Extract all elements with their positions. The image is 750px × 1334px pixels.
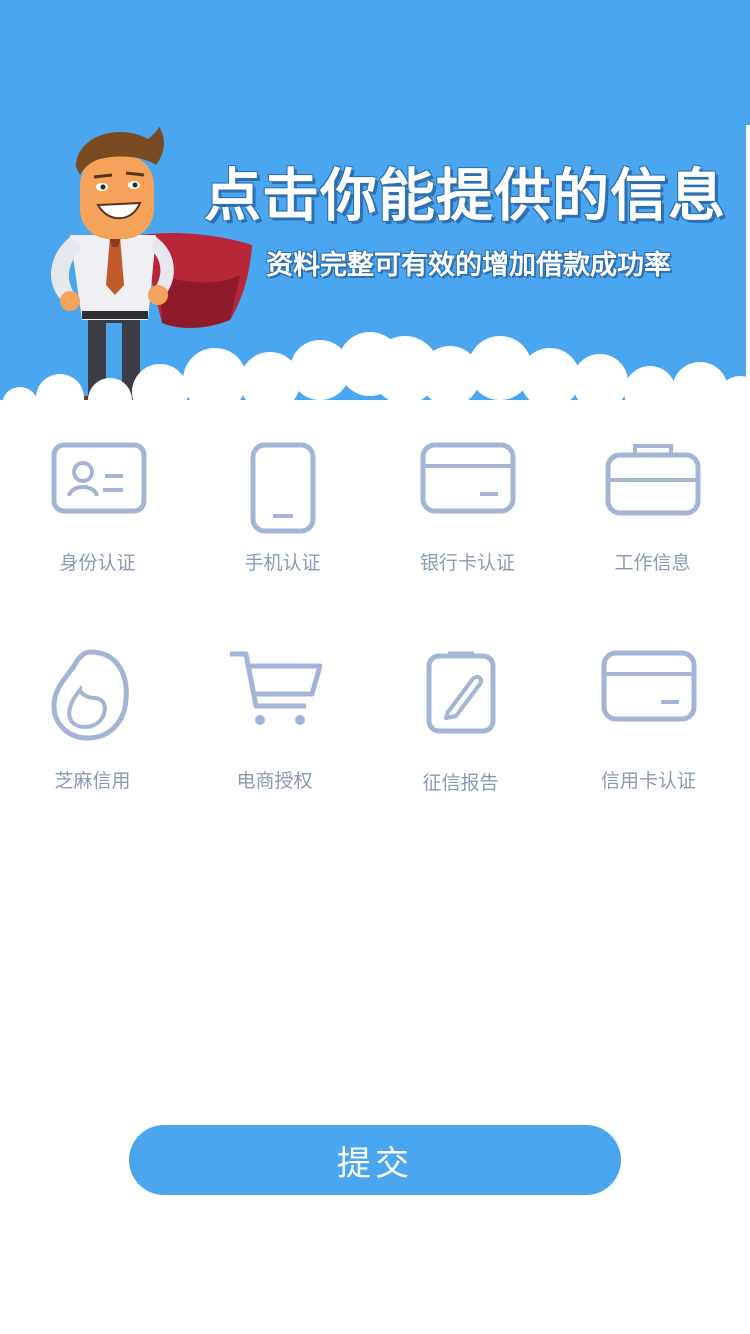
submit-button[interactable]: 提交	[129, 1125, 621, 1195]
id-card-icon	[51, 442, 147, 514]
cloud-divider	[0, 332, 750, 430]
item-work-info[interactable]: 工作信息	[560, 432, 745, 602]
item-phone-verification[interactable]: 手机认证	[190, 432, 375, 602]
hero-title: 点击你能提供的信息	[204, 163, 726, 229]
item-label: 信用卡认证	[600, 770, 696, 792]
phone-icon	[250, 442, 316, 534]
item-bank-card-verification[interactable]: 银行卡认证	[375, 432, 560, 602]
bank-card-icon	[420, 442, 516, 514]
hero-subtitle: 资料完整可有效的增加借款成功率	[266, 250, 671, 281]
item-sesame-credit[interactable]: 芝麻信用	[0, 642, 185, 812]
item-ecommerce-authorization[interactable]: 电商授权	[182, 642, 367, 812]
item-label: 电商授权	[236, 770, 313, 792]
credit-card-icon	[601, 650, 697, 722]
shopping-cart-icon	[230, 651, 323, 725]
item-credit-card-verification[interactable]: 信用卡认证	[556, 642, 741, 812]
item-label: 征信报告	[422, 772, 499, 794]
hero-banner: 点击你能提供的信息 资料完整可有效的增加借款成功率	[0, 0, 750, 430]
credit-report-icon	[426, 651, 496, 734]
item-credit-report[interactable]: 征信报告	[368, 642, 553, 812]
item-label: 身份认证	[59, 552, 136, 574]
briefcase-icon	[605, 444, 701, 516]
item-label: 芝麻信用	[54, 770, 131, 792]
item-id-verification[interactable]: 身份认证	[5, 432, 190, 602]
item-label: 银行卡认证	[419, 552, 515, 574]
sesame-credit-icon	[51, 649, 129, 741]
item-label: 手机认证	[244, 552, 321, 574]
item-label: 工作信息	[614, 552, 691, 574]
